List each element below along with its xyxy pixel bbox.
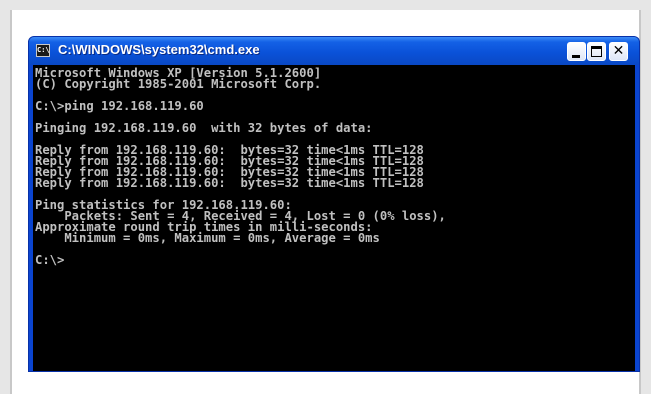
- console-line: Minimum = 0ms, Maximum = 0ms, Average = …: [35, 231, 380, 245]
- close-icon: ✕: [612, 43, 625, 59]
- console-prompt: C:\>: [35, 253, 65, 267]
- console-line: (C) Copyright 1985-2001 Microsoft Corp.: [35, 77, 322, 91]
- window-title: C:\WINDOWS\system32\cmd.exe: [58, 42, 260, 57]
- console-output: Microsoft Windows XP [Version 5.1.2600] …: [33, 65, 635, 266]
- close-button[interactable]: ✕: [609, 42, 628, 61]
- console-line: Pinging 192.168.119.60 with 32 bytes of …: [35, 121, 373, 135]
- cmd-window: C:\ C:\WINDOWS\system32\cmd.exe ✕ Micros…: [28, 36, 640, 372]
- maximize-icon: [591, 46, 602, 57]
- cmd-icon[interactable]: C:\: [36, 44, 50, 57]
- console-line: C:\>ping 192.168.119.60: [35, 99, 204, 113]
- console-area[interactable]: Microsoft Windows XP [Version 5.1.2600] …: [33, 65, 635, 371]
- panel-edge-left: [10, 10, 12, 394]
- title-bar[interactable]: C:\ C:\WINDOWS\system32\cmd.exe ✕: [29, 37, 639, 65]
- console-line: Reply from 192.168.119.60: bytes=32 time…: [35, 176, 424, 190]
- maximize-button[interactable]: [587, 42, 606, 61]
- minimize-button[interactable]: [567, 42, 586, 61]
- minimize-icon: [572, 55, 580, 58]
